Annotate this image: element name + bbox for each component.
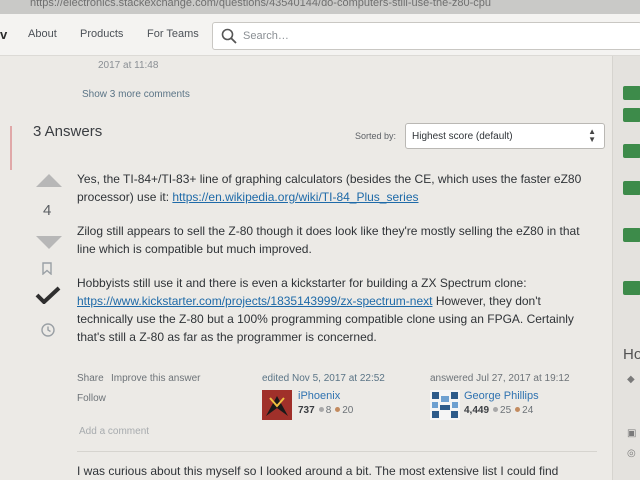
sorted-by-label: Sorted by: [355,131,397,141]
nav-for-teams[interactable]: For Teams [147,28,199,40]
author-reputation: 4,449 25 24 [464,405,534,416]
downvote-button[interactable] [36,236,62,249]
vote-count: 4 [43,202,52,219]
sort-select[interactable]: Highest score (default) ▲ ▼ [405,123,605,149]
search-icon [221,28,237,44]
sidebar-tag[interactable] [623,281,640,295]
edited-timestamp[interactable]: edited Nov 5, 2017 at 22:52 [262,373,385,384]
add-comment-link[interactable]: Add a comment [79,426,149,437]
nav-about[interactable]: About [28,28,57,40]
sidebar-tag[interactable] [623,86,640,100]
silver-badge-icon [318,407,324,412]
next-answer-text: I was curious about this myself so I loo… [77,464,559,478]
nav-products[interactable]: Products [80,28,123,40]
editor-reputation: 737 8 20 [298,405,354,416]
sidebar-icon[interactable]: ▣ [627,428,636,439]
comment-date: 2017 at 11:48 [98,60,159,71]
ti84-wiki-link[interactable]: https://en.wikipedia.org/wiki/TI-84_Plus… [172,190,418,204]
sidebar-tag[interactable] [623,144,640,158]
editor-name[interactable]: iPhoenix [298,390,340,402]
answer-divider [77,451,597,452]
share-link[interactable]: Share [77,373,104,384]
question-marker [10,126,12,170]
url-text: https://electronics.stackexchange.com/qu… [30,0,492,9]
sidebar-tag[interactable] [623,228,640,242]
author-avatar[interactable] [430,390,460,420]
answer-paragraph-2: Zilog still appears to sell the Z-80 tho… [77,224,580,256]
answers-count-heading: 3 Answers [33,123,103,140]
follow-link[interactable]: Follow [77,393,106,404]
accepted-check-icon [35,286,61,304]
site-header: v About Products For Teams Search… [0,14,640,56]
sidebar-icon[interactable]: ◆ [627,374,635,385]
answer-paragraph-1: Yes, the TI-84+/TI-83+ line of graphing … [77,172,582,204]
phoenix-avatar-icon [266,396,288,416]
sort-select-value: Highest score (default) [412,131,513,142]
sidebar-heading: Ho [623,346,640,363]
bronze-badge-icon [335,407,341,412]
bookmark-icon[interactable] [42,262,52,275]
main-content: 2017 at 11:48 Show 3 more comments 3 Ans… [0,56,612,480]
sidebar-tag[interactable] [623,181,640,195]
answered-timestamp[interactable]: answered Jul 27, 2017 at 19:12 [430,373,570,384]
history-icon[interactable] [40,322,56,338]
show-more-comments-link[interactable]: Show 3 more comments [82,89,190,100]
right-sidebar: Ho ◆ ▣ ◎ [612,56,640,480]
browser-url-bar[interactable]: https://electronics.stackexchange.com/qu… [0,0,640,14]
bronze-badge-icon [515,407,521,412]
sidebar-tag[interactable] [623,108,640,122]
search-input[interactable]: Search… [243,30,289,42]
site-logo[interactable]: v [0,27,7,42]
editor-avatar[interactable] [262,390,292,420]
improve-answer-link[interactable]: Improve this answer [111,373,200,384]
author-name[interactable]: George Phillips [464,390,539,402]
select-arrows-icon: ▲ ▼ [588,127,596,144]
kickstarter-link[interactable]: https://www.kickstarter.com/projects/183… [77,294,432,308]
silver-badge-icon [493,407,499,412]
upvote-button[interactable] [36,174,62,187]
identicon-avatar-icon [432,392,458,418]
answer-paragraph-3: Hobbyists still use it and there is even… [77,276,574,344]
search-box[interactable]: Search… [212,22,640,50]
sidebar-icon[interactable]: ◎ [627,448,636,459]
